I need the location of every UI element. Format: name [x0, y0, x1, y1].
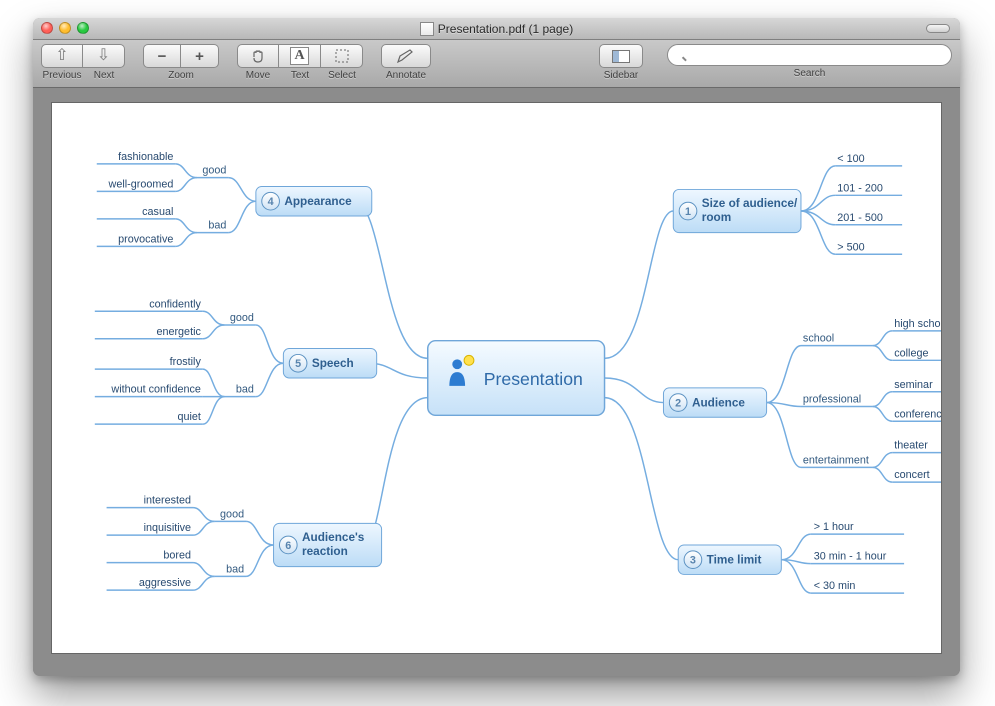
- move-label: Move: [237, 70, 279, 81]
- zoom-traffic-light[interactable]: [77, 22, 89, 34]
- svg-text:6: 6: [285, 540, 291, 552]
- annotate-label: Annotate: [381, 70, 431, 81]
- move-tool-button[interactable]: [237, 44, 279, 68]
- sub-label: bad: [236, 384, 254, 396]
- leaf-label: < 100: [837, 153, 864, 165]
- document-viewport: Presentation 1 Size of audience/ room 2 …: [33, 88, 960, 676]
- leaf-label: quiet: [177, 411, 200, 423]
- leaf-label: concert: [894, 469, 929, 481]
- leaf-label: confidently: [149, 298, 201, 310]
- zoom-in-button[interactable]: +: [181, 44, 219, 68]
- hand-icon: [250, 48, 266, 64]
- leaf-label: conference: [894, 408, 941, 420]
- leaf-label: 30 min - 1 hour: [814, 551, 887, 563]
- window-title: Presentation.pdf (1 page): [438, 22, 573, 36]
- leaf-label: fashionable: [118, 151, 173, 163]
- svg-text:5: 5: [295, 358, 301, 370]
- select-tool-button[interactable]: [321, 44, 363, 68]
- leaf-label: interested: [144, 495, 191, 507]
- text-tool-button[interactable]: A: [279, 44, 321, 68]
- leaf-label: casual: [142, 206, 173, 218]
- svg-text:3: 3: [690, 555, 696, 567]
- leaf-label: < 30 min: [814, 580, 856, 592]
- sub-label: school: [803, 333, 834, 345]
- svg-text:room: room: [702, 211, 731, 224]
- sub-label: good: [230, 312, 254, 324]
- leaf-label: energetic: [156, 326, 201, 338]
- previous-label: Previous: [41, 70, 83, 81]
- sub-label: good: [202, 165, 226, 177]
- leaf-label: > 1 hour: [814, 521, 854, 533]
- leaf-label: frostily: [170, 356, 202, 368]
- mindmap-diagram: Presentation 1 Size of audience/ room 2 …: [52, 103, 941, 653]
- svg-text:2: 2: [675, 397, 681, 409]
- pencil-icon: [396, 48, 416, 64]
- svg-text:1: 1: [685, 206, 691, 218]
- sub-label: bad: [226, 563, 244, 575]
- sub-label: entertainment: [803, 454, 869, 466]
- select-icon: [334, 48, 350, 64]
- select-label: Select: [321, 70, 363, 81]
- svg-text:Time limit: Time limit: [707, 554, 762, 567]
- search-input[interactable]: [667, 44, 952, 66]
- text-label: Text: [279, 70, 321, 81]
- zoom-label: Zoom: [143, 70, 219, 81]
- svg-text:Audience's: Audience's: [302, 531, 365, 544]
- sidebar-icon: [612, 50, 630, 63]
- toolbar: ⇧ ⇩ Previous Next − + Zoom A: [33, 40, 960, 88]
- sidebar-button[interactable]: [599, 44, 643, 68]
- next-button[interactable]: ⇩: [83, 44, 125, 68]
- leaf-label: high school: [894, 318, 941, 330]
- document-icon: [420, 22, 434, 36]
- svg-text:reaction: reaction: [302, 545, 348, 558]
- svg-text:Audience: Audience: [692, 396, 745, 409]
- zoom-out-button[interactable]: −: [143, 44, 181, 68]
- sub-label: good: [220, 508, 244, 520]
- sub-label: bad: [208, 220, 226, 232]
- search-label: Search: [794, 68, 826, 79]
- annotate-button[interactable]: [381, 44, 431, 68]
- next-label: Next: [83, 70, 125, 81]
- svg-text:Appearance: Appearance: [284, 195, 352, 208]
- pdf-page[interactable]: Presentation 1 Size of audience/ room 2 …: [51, 102, 942, 654]
- app-window: Presentation.pdf (1 page) ⇧ ⇩ Previous N…: [33, 18, 960, 676]
- close-traffic-light[interactable]: [41, 22, 53, 34]
- previous-button[interactable]: ⇧: [41, 44, 83, 68]
- leaf-label: bored: [163, 550, 191, 562]
- leaf-label: college: [894, 347, 928, 359]
- titlebar: Presentation.pdf (1 page): [33, 18, 960, 40]
- leaf-label: 101 - 200: [837, 182, 883, 194]
- leaf-label: seminar: [894, 379, 933, 391]
- leaf-label: inquisitive: [144, 522, 191, 534]
- svg-text:4: 4: [268, 196, 274, 208]
- leaf-label: theater: [894, 440, 928, 452]
- titlebar-lozenge-button[interactable]: [926, 24, 950, 33]
- svg-text:Speech: Speech: [312, 357, 354, 370]
- leaf-label: aggressive: [139, 577, 191, 589]
- sub-label: professional: [803, 394, 861, 406]
- leaf-label: well-groomed: [108, 178, 174, 190]
- leaf-label: 201 - 500: [837, 212, 883, 224]
- leaf-label: without confidence: [110, 384, 200, 396]
- leaf-label: > 500: [837, 241, 864, 253]
- minimize-traffic-light[interactable]: [59, 22, 71, 34]
- svg-text:Size of audience/: Size of audience/: [702, 197, 798, 210]
- sidebar-label: Sidebar: [599, 70, 643, 81]
- leaf-label: provocative: [118, 233, 173, 245]
- center-node-label: Presentation: [484, 369, 583, 389]
